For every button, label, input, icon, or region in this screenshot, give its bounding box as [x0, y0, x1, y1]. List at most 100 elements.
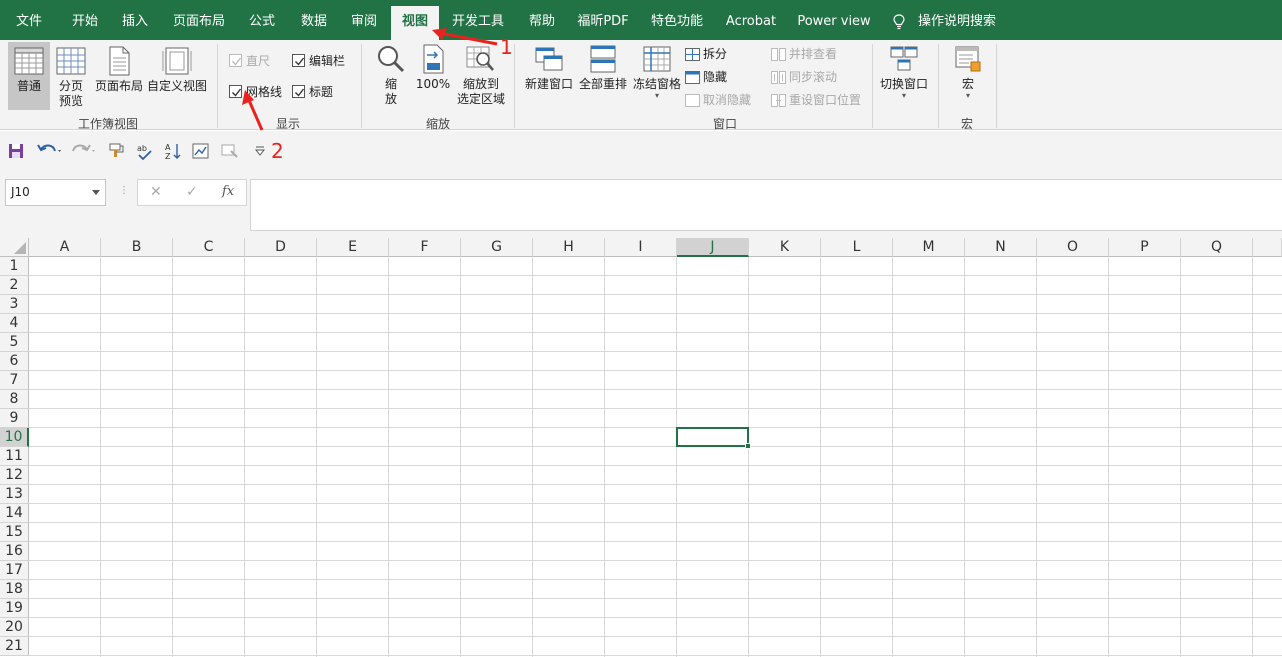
- column-header-p[interactable]: P: [1109, 238, 1181, 257]
- spelling-icon[interactable]: ab: [136, 141, 154, 161]
- insert-function-icon[interactable]: fx: [222, 184, 234, 199]
- reset-position-icon: [771, 94, 786, 107]
- undo-icon[interactable]: [36, 141, 64, 161]
- ruler-checkbox[interactable]: 直尺: [229, 53, 270, 71]
- name-box-dropdown-icon[interactable]: [92, 190, 100, 195]
- unhide-button[interactable]: 取消隐藏: [685, 91, 751, 109]
- column-header-i[interactable]: I: [605, 238, 677, 257]
- row-header-18[interactable]: 18: [0, 580, 29, 599]
- column-header-q[interactable]: Q: [1181, 238, 1253, 257]
- switch-windows-button[interactable]: 切换窗口 ▾: [877, 44, 931, 112]
- formula-bar: J10 ⋮ ✕ ✓ fx: [0, 171, 1282, 238]
- column-header-o[interactable]: O: [1037, 238, 1109, 257]
- row-header-2[interactable]: 2: [0, 276, 29, 295]
- column-header-m[interactable]: M: [893, 238, 965, 257]
- column-header-k[interactable]: K: [749, 238, 821, 257]
- tab-help[interactable]: 帮助: [520, 6, 564, 40]
- tab-special-features[interactable]: 特色功能: [646, 6, 708, 40]
- row-header-3[interactable]: 3: [0, 295, 29, 314]
- zoom-100-button[interactable]: 100%: [414, 44, 452, 112]
- row-header-7[interactable]: 7: [0, 371, 29, 390]
- enter-icon[interactable]: ✓: [186, 184, 198, 200]
- formula-bar-checkbox[interactable]: 编辑栏: [292, 53, 345, 71]
- column-header-h[interactable]: H: [533, 238, 605, 257]
- column-header-b[interactable]: B: [101, 238, 173, 257]
- cancel-icon[interactable]: ✕: [150, 184, 162, 200]
- new-window-button[interactable]: 新建窗口: [522, 44, 576, 112]
- column-header-c[interactable]: C: [173, 238, 245, 257]
- row-header-12[interactable]: 12: [0, 466, 29, 485]
- name-box[interactable]: J10: [5, 179, 106, 206]
- page-layout-view-button[interactable]: 页面布局: [92, 42, 146, 110]
- column-header-e[interactable]: E: [317, 238, 389, 257]
- tab-review[interactable]: 审阅: [342, 6, 386, 40]
- column-header-overflow: [1253, 238, 1282, 257]
- tab-foxit-pdf[interactable]: 福昕PDF: [574, 6, 632, 40]
- row-header-20[interactable]: 20: [0, 618, 29, 637]
- row-header-9[interactable]: 9: [0, 409, 29, 428]
- tab-file[interactable]: 文件: [6, 6, 52, 40]
- synchronous-scrolling-button[interactable]: 同步滚动: [771, 68, 837, 86]
- row-header-8[interactable]: 8: [0, 390, 29, 409]
- arrange-all-label: 全部重排: [578, 77, 627, 91]
- row-header-13[interactable]: 13: [0, 485, 29, 504]
- split-button[interactable]: 拆分: [685, 45, 727, 63]
- custom-views-button[interactable]: 自定义视图: [146, 42, 208, 110]
- format-painter-icon[interactable]: [108, 141, 126, 161]
- save-icon[interactable]: [8, 141, 24, 161]
- row-header-1[interactable]: 1: [0, 257, 29, 276]
- fill-handle[interactable]: [745, 443, 751, 449]
- column-header-j[interactable]: J: [677, 238, 749, 257]
- row-header-4[interactable]: 4: [0, 314, 29, 333]
- column-header-g[interactable]: G: [461, 238, 533, 257]
- tab-acrobat[interactable]: Acrobat: [722, 6, 780, 40]
- row-header-21[interactable]: 21: [0, 637, 29, 656]
- column-header-d[interactable]: D: [245, 238, 317, 257]
- page-break-preview-button[interactable]: 分页 预览: [52, 42, 90, 110]
- row-header-16[interactable]: 16: [0, 542, 29, 561]
- macros-button[interactable]: 宏 ▾: [946, 44, 990, 112]
- selected-cell[interactable]: [676, 427, 749, 447]
- zoom-100-icon: [423, 44, 444, 74]
- hide-icon: [685, 71, 700, 84]
- row-header-19[interactable]: 19: [0, 599, 29, 618]
- tab-formulas[interactable]: 公式: [240, 6, 284, 40]
- select-all-corner[interactable]: [0, 238, 29, 257]
- tab-page-layout[interactable]: 页面布局: [168, 6, 230, 40]
- headings-label: 标题: [309, 85, 334, 99]
- tab-home[interactable]: 开始: [62, 6, 108, 40]
- column-header-l[interactable]: L: [821, 238, 893, 257]
- chart-icon[interactable]: [192, 141, 210, 161]
- row-header-14[interactable]: 14: [0, 504, 29, 523]
- sort-ascending-icon[interactable]: A Z: [164, 141, 182, 161]
- customize-toolbar-icon[interactable]: [254, 141, 266, 161]
- normal-view-button[interactable]: 普通: [8, 42, 50, 110]
- spreadsheet-grid[interactable]: ABCDEFGHIJKLMNOPQ 1 2 3 4 5 6 7 8 9 10 11 12 13 14 15 1…: [0, 238, 1282, 657]
- tab-power-view[interactable]: Power view: [795, 6, 873, 40]
- row-header-11[interactable]: 11: [0, 447, 29, 466]
- headings-checkbox[interactable]: 标题: [292, 84, 333, 102]
- arrange-all-button[interactable]: 全部重排: [576, 44, 630, 112]
- form-icon[interactable]: [220, 141, 240, 161]
- redo-icon[interactable]: [70, 141, 98, 161]
- row-header-5[interactable]: 5: [0, 333, 29, 352]
- column-header-a[interactable]: A: [29, 238, 101, 257]
- formula-input[interactable]: [250, 179, 1282, 231]
- column-header-n[interactable]: N: [965, 238, 1037, 257]
- window-subgroup-divider: [872, 44, 873, 128]
- zoom-button[interactable]: 缩 放: [372, 44, 410, 112]
- row-header-6[interactable]: 6: [0, 352, 29, 371]
- tell-me-search[interactable]: 操作说明搜索: [915, 6, 999, 40]
- row-header-15[interactable]: 15: [0, 523, 29, 542]
- gridlines-checkbox[interactable]: 网格线: [229, 84, 282, 102]
- tab-data[interactable]: 数据: [292, 6, 336, 40]
- freeze-panes-button[interactable]: 冻结窗格 ▾: [630, 44, 684, 112]
- hide-button[interactable]: 隐藏: [685, 68, 727, 86]
- column-header-f[interactable]: F: [389, 238, 461, 257]
- reset-window-position-button[interactable]: 重设窗口位置: [771, 91, 861, 109]
- row-header-10[interactable]: 10: [0, 428, 29, 447]
- tab-insert[interactable]: 插入: [112, 6, 158, 40]
- row-header-17[interactable]: 17: [0, 561, 29, 580]
- view-side-by-side-button[interactable]: 并排查看: [771, 45, 837, 63]
- tab-view[interactable]: 视图: [391, 6, 439, 40]
